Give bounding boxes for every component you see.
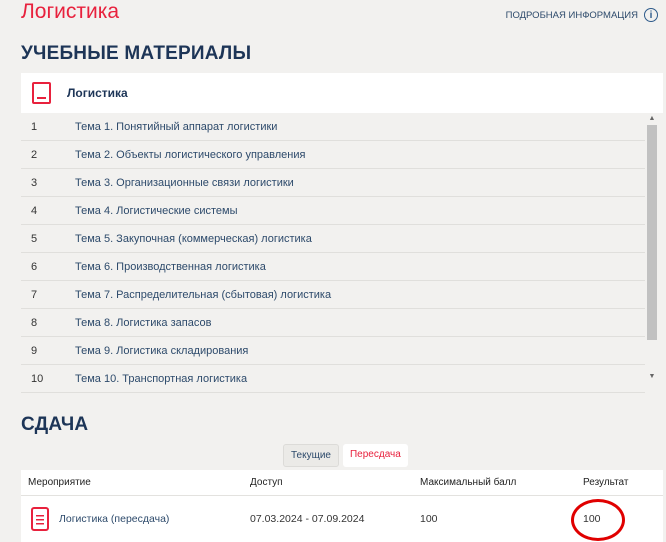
submission-table: Мероприятие Доступ Максимальный балл Рез… <box>21 470 663 542</box>
col-max-score: Максимальный балл <box>420 477 517 488</box>
scroll-thumb[interactable] <box>647 125 657 340</box>
more-info-label: ПОДРОБНАЯ ИНФОРМАЦИЯ <box>505 9 638 21</box>
col-result: Результат <box>583 477 629 488</box>
topic-row[interactable]: 1 Тема 1. Понятийный аппарат логистики <box>21 113 645 141</box>
topic-title[interactable]: Тема 7. Распределительная (сбытовая) лог… <box>75 289 331 301</box>
topic-number: 6 <box>31 260 38 273</box>
course-card[interactable]: Логистика <box>21 73 663 113</box>
scroll-down-icon[interactable]: ▼ <box>646 371 658 383</box>
topic-number: 4 <box>31 204 38 217</box>
topic-row[interactable]: 10 Тема 10. Транспортная логистика <box>21 365 645 393</box>
topic-row[interactable]: 7 Тема 7. Распределительная (сбытовая) ло… <box>21 281 645 309</box>
topic-number: 2 <box>31 148 38 161</box>
topic-number: 3 <box>31 176 38 189</box>
clipboard-icon <box>31 507 49 531</box>
more-info-link[interactable]: ПОДРОБНАЯ ИНФОРМАЦИЯ i <box>506 8 658 22</box>
topic-number: 9 <box>31 344 38 357</box>
topic-title[interactable]: Тема 3. Организационные связи логистики <box>75 177 294 189</box>
topic-row[interactable]: 2 Тема 2. Объекты логистического управлен… <box>21 141 645 169</box>
topic-row[interactable]: 4 Тема 4. Логистические системы <box>21 197 645 225</box>
submission-heading: СДАЧА <box>21 414 89 435</box>
topic-title[interactable]: Тема 4. Логистические системы <box>75 205 238 217</box>
topic-title[interactable]: Тема 5. Закупочная (коммерческая) логист… <box>75 233 312 245</box>
col-access: Доступ <box>250 477 283 488</box>
event-link[interactable]: Логистика (пересдача) <box>59 513 169 525</box>
topic-title[interactable]: Тема 10. Транспортная логистика <box>75 373 247 385</box>
topic-row[interactable]: 8 Тема 8. Логистика запасов <box>21 309 645 337</box>
highlight-circle <box>571 499 625 541</box>
topic-row[interactable]: 6 Тема 6. Производственная логистика <box>21 253 645 281</box>
info-icon: i <box>644 8 658 22</box>
max-score-cell: 100 <box>420 513 438 525</box>
topic-title[interactable]: Тема 1. Понятийный аппарат логистики <box>75 121 277 133</box>
col-event: Мероприятие <box>28 477 91 488</box>
topic-title[interactable]: Тема 8. Логистика запасов <box>75 317 211 329</box>
book-icon <box>32 82 51 104</box>
scroll-up-icon[interactable]: ▲ <box>646 113 658 125</box>
topic-number: 5 <box>31 232 38 245</box>
page-title: Логистика <box>21 0 120 23</box>
submission-tabs: Текущие Пересдача <box>283 444 408 467</box>
access-cell: 07.03.2024 - 07.09.2024 <box>250 513 365 525</box>
topic-row[interactable]: 9 Тема 9. Логистика складирования <box>21 337 645 365</box>
topic-title[interactable]: Тема 6. Производственная логистика <box>75 261 266 273</box>
tab-current[interactable]: Текущие <box>283 444 339 467</box>
course-title: Логистика <box>67 86 128 100</box>
materials-heading: УЧЕБНЫЕ МАТЕРИАЛЫ <box>21 43 252 64</box>
topic-number: 10 <box>31 372 44 385</box>
table-row: Логистика (пересдача) 07.03.2024 - 07.09… <box>21 496 663 542</box>
topic-number: 8 <box>31 316 38 329</box>
tab-retake[interactable]: Пересдача <box>342 444 408 467</box>
topic-row[interactable]: 3 Тема 3. Организационные связи логистики <box>21 169 645 197</box>
topic-list: 1 Тема 1. Понятийный аппарат логистики 2 Те… <box>21 113 645 393</box>
topic-number: 1 <box>31 120 38 133</box>
topic-row[interactable]: 5 Тема 5. Закупочная (коммерческая) логис… <box>21 225 645 253</box>
topic-title[interactable]: Тема 9. Логистика складирования <box>75 345 248 357</box>
scrollbar[interactable]: ▲ ▼ <box>646 113 658 383</box>
topic-number: 7 <box>31 288 38 301</box>
topic-title[interactable]: Тема 2. Объекты логистического управлени… <box>75 149 305 161</box>
